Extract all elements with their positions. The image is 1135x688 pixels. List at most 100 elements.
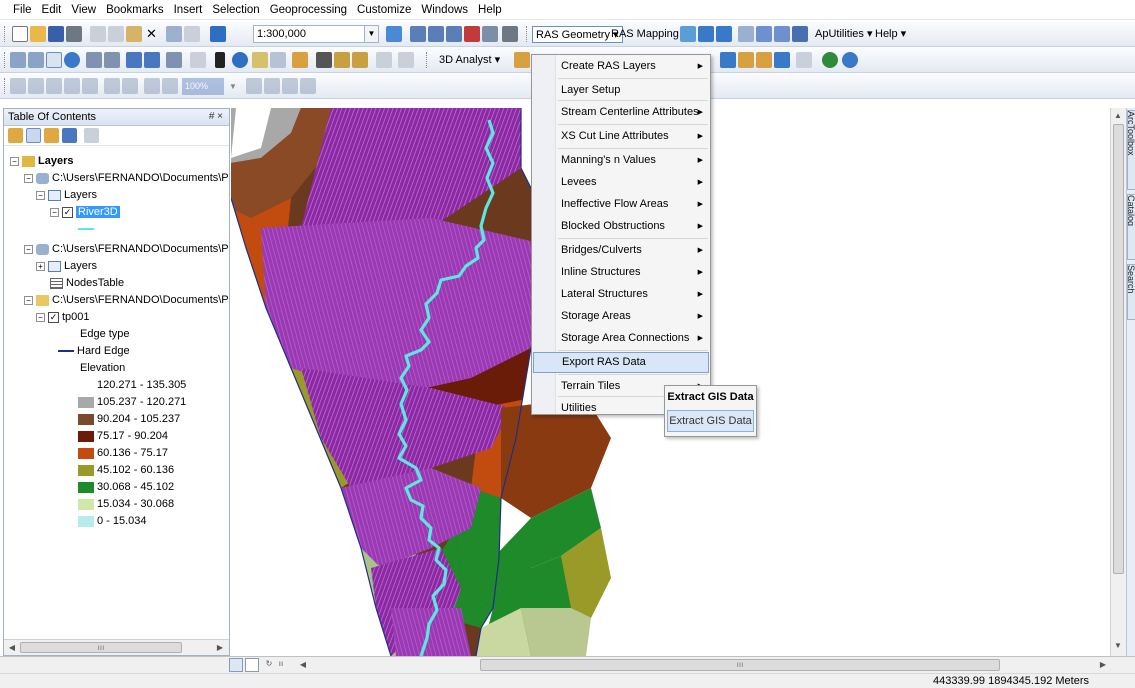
ras-tool-icon[interactable] (774, 26, 790, 42)
layout-tool-icon[interactable] (64, 78, 80, 94)
collapse-icon[interactable]: − (50, 207, 59, 217)
map-vertical-scrollbar[interactable]: ▲ ▼ (1110, 108, 1126, 656)
toc-horizontal-scrollbar[interactable]: ◀ ııı ▶ (4, 639, 229, 655)
menu-item-levees[interactable]: Levees ▶ (533, 172, 709, 193)
toc-options-icon[interactable] (84, 128, 99, 143)
html-popup-icon[interactable] (270, 52, 286, 68)
expand-icon[interactable]: + (36, 261, 45, 271)
pan-icon[interactable] (46, 52, 62, 68)
forward-icon[interactable] (144, 52, 160, 68)
menu-selection[interactable]: Selection (207, 0, 264, 20)
open-icon[interactable] (30, 26, 46, 42)
scroll-left-icon[interactable]: ◀ (297, 659, 309, 671)
menu-item-inline-structures[interactable]: Inline Structures ▶ (533, 262, 709, 283)
scroll-thumb[interactable]: ııı (480, 659, 1000, 671)
3d-analyst-tool-icon[interactable] (514, 52, 530, 68)
menu-item-xs-cut-line-attributes[interactable]: XS Cut Line Attributes ▶ (533, 126, 709, 147)
menu-item-lateral-structures[interactable]: Lateral Structures ▶ (533, 284, 709, 305)
toolbar-grip[interactable] (4, 78, 7, 94)
find-icon[interactable] (316, 52, 332, 68)
measure-icon[interactable] (292, 52, 308, 68)
hyperlink-icon[interactable] (252, 52, 268, 68)
menu-item-storage-area-connections[interactable]: Storage Area Connections ▶ (533, 328, 709, 349)
save-icon[interactable] (48, 26, 64, 42)
toolbar-grip[interactable] (426, 52, 429, 68)
collapse-icon[interactable]: − (24, 295, 33, 305)
layout-tool-icon[interactable] (10, 78, 26, 94)
editor-toolbar-icon[interactable] (386, 26, 402, 42)
layer-visibility-checkbox[interactable]: ✓ (48, 311, 59, 323)
toc-source[interactable]: − C:\Users\FERNANDO\Documents\Pl (24, 241, 229, 257)
menu-item-blocked-obstructions[interactable]: Blocked Obstructions ▶ (533, 216, 709, 237)
python-window-icon[interactable] (482, 26, 498, 42)
collapse-icon[interactable]: − (36, 312, 45, 322)
map-scale-input[interactable]: 1:300,000 (253, 25, 365, 43)
menu-windows[interactable]: Windows (416, 0, 473, 20)
menu-file[interactable]: File (8, 0, 37, 20)
ras-layer-icon[interactable] (796, 52, 812, 68)
search-window-icon[interactable] (446, 26, 462, 42)
list-by-visibility-icon[interactable] (44, 128, 59, 143)
scroll-right-icon[interactable]: ▶ (1097, 659, 1109, 671)
ras-tool-icon[interactable] (756, 26, 772, 42)
refresh-icon[interactable]: ↻ (264, 658, 274, 670)
collapse-icon[interactable]: − (24, 173, 33, 183)
fixed-zoom-in-icon[interactable] (86, 52, 102, 68)
list-by-selection-icon[interactable] (62, 128, 77, 143)
toolbar-grip[interactable] (526, 26, 529, 42)
menu-customize[interactable]: Customize (352, 0, 416, 20)
menu-bookmarks[interactable]: Bookmarks (101, 0, 169, 20)
undo-icon[interactable] (166, 26, 182, 42)
toc-layer-tp001[interactable]: − ✓ tp001 (36, 309, 90, 325)
fixed-zoom-out-icon[interactable] (104, 52, 120, 68)
toc-pin-close-icons[interactable]: # × (209, 109, 223, 125)
arctoolbox-icon[interactable] (464, 26, 480, 42)
menu-item-layer-setup[interactable]: Layer Setup (533, 80, 709, 101)
delete-icon[interactable]: ✕ (143, 25, 160, 42)
3d-analyst-menu[interactable]: 3D Analyst ▾ (436, 52, 503, 69)
extract-gis-data-item[interactable]: Extract GIS Data (667, 410, 754, 432)
scroll-thumb[interactable]: ııı (20, 642, 182, 653)
scroll-right-icon[interactable]: ▶ (214, 642, 226, 654)
menu-item-create-ras-layers[interactable]: Create RAS Layers ▶ (533, 56, 709, 77)
model-builder-icon[interactable] (502, 26, 518, 42)
list-by-source-icon[interactable] (26, 128, 41, 143)
toc-source[interactable]: − C:\Users\FERNANDO\Documents\Pl (24, 170, 229, 186)
toc-layer-river3d[interactable]: − ✓ River3D (50, 204, 120, 220)
menu-geoprocessing[interactable]: Geoprocessing (265, 0, 352, 20)
list-by-drawing-order-icon[interactable] (8, 128, 23, 143)
zoom-percent-box[interactable]: 100% (182, 78, 224, 95)
go-to-xy-icon[interactable] (352, 52, 368, 68)
select-features-icon[interactable] (166, 52, 182, 68)
layout-tool-icon[interactable] (300, 78, 316, 94)
ras-tool-icon[interactable] (680, 26, 696, 42)
toolbar-grip[interactable] (4, 52, 7, 68)
ras-tool-icon[interactable] (698, 26, 714, 42)
toc-group-layer[interactable]: − Layers (36, 187, 97, 203)
layout-view-button[interactable] (245, 658, 259, 672)
ras-help-icon[interactable] (842, 52, 858, 68)
ras-layer-icon[interactable] (738, 52, 754, 68)
menu-item-manning-s-n-values[interactable]: Manning's n Values ▶ (533, 150, 709, 171)
scroll-down-icon[interactable]: ▼ (1112, 640, 1124, 652)
cut-icon[interactable] (90, 26, 106, 42)
catalog-tab[interactable]: Catalog (1127, 194, 1135, 260)
ras-layer-icon[interactable] (774, 52, 790, 68)
menu-view[interactable]: View (66, 0, 101, 20)
menu-insert[interactable]: Insert (169, 0, 208, 20)
copy-icon[interactable] (108, 26, 124, 42)
layout-tool-icon[interactable] (282, 78, 298, 94)
toc-dataframe[interactable]: − Layers (10, 153, 73, 169)
layer-visibility-checkbox[interactable]: ✓ (62, 206, 73, 218)
collapse-icon[interactable]: − (36, 190, 45, 200)
viewer-icon[interactable] (398, 52, 414, 68)
pause-drawing-icon[interactable]: ıı (276, 658, 286, 670)
find-route-icon[interactable] (334, 52, 350, 68)
arctoolbox-tab[interactable]: ArcToolbox (1127, 110, 1135, 190)
zoom-out-icon[interactable] (28, 52, 44, 68)
menu-item-bridges-culverts[interactable]: Bridges/Culverts ▶ (533, 240, 709, 261)
catalog-window-icon[interactable] (428, 26, 444, 42)
aputilities-menu[interactable]: ApUtilities ▾ (812, 26, 875, 43)
paste-icon[interactable] (126, 26, 142, 42)
layout-tool-icon[interactable] (144, 78, 160, 94)
